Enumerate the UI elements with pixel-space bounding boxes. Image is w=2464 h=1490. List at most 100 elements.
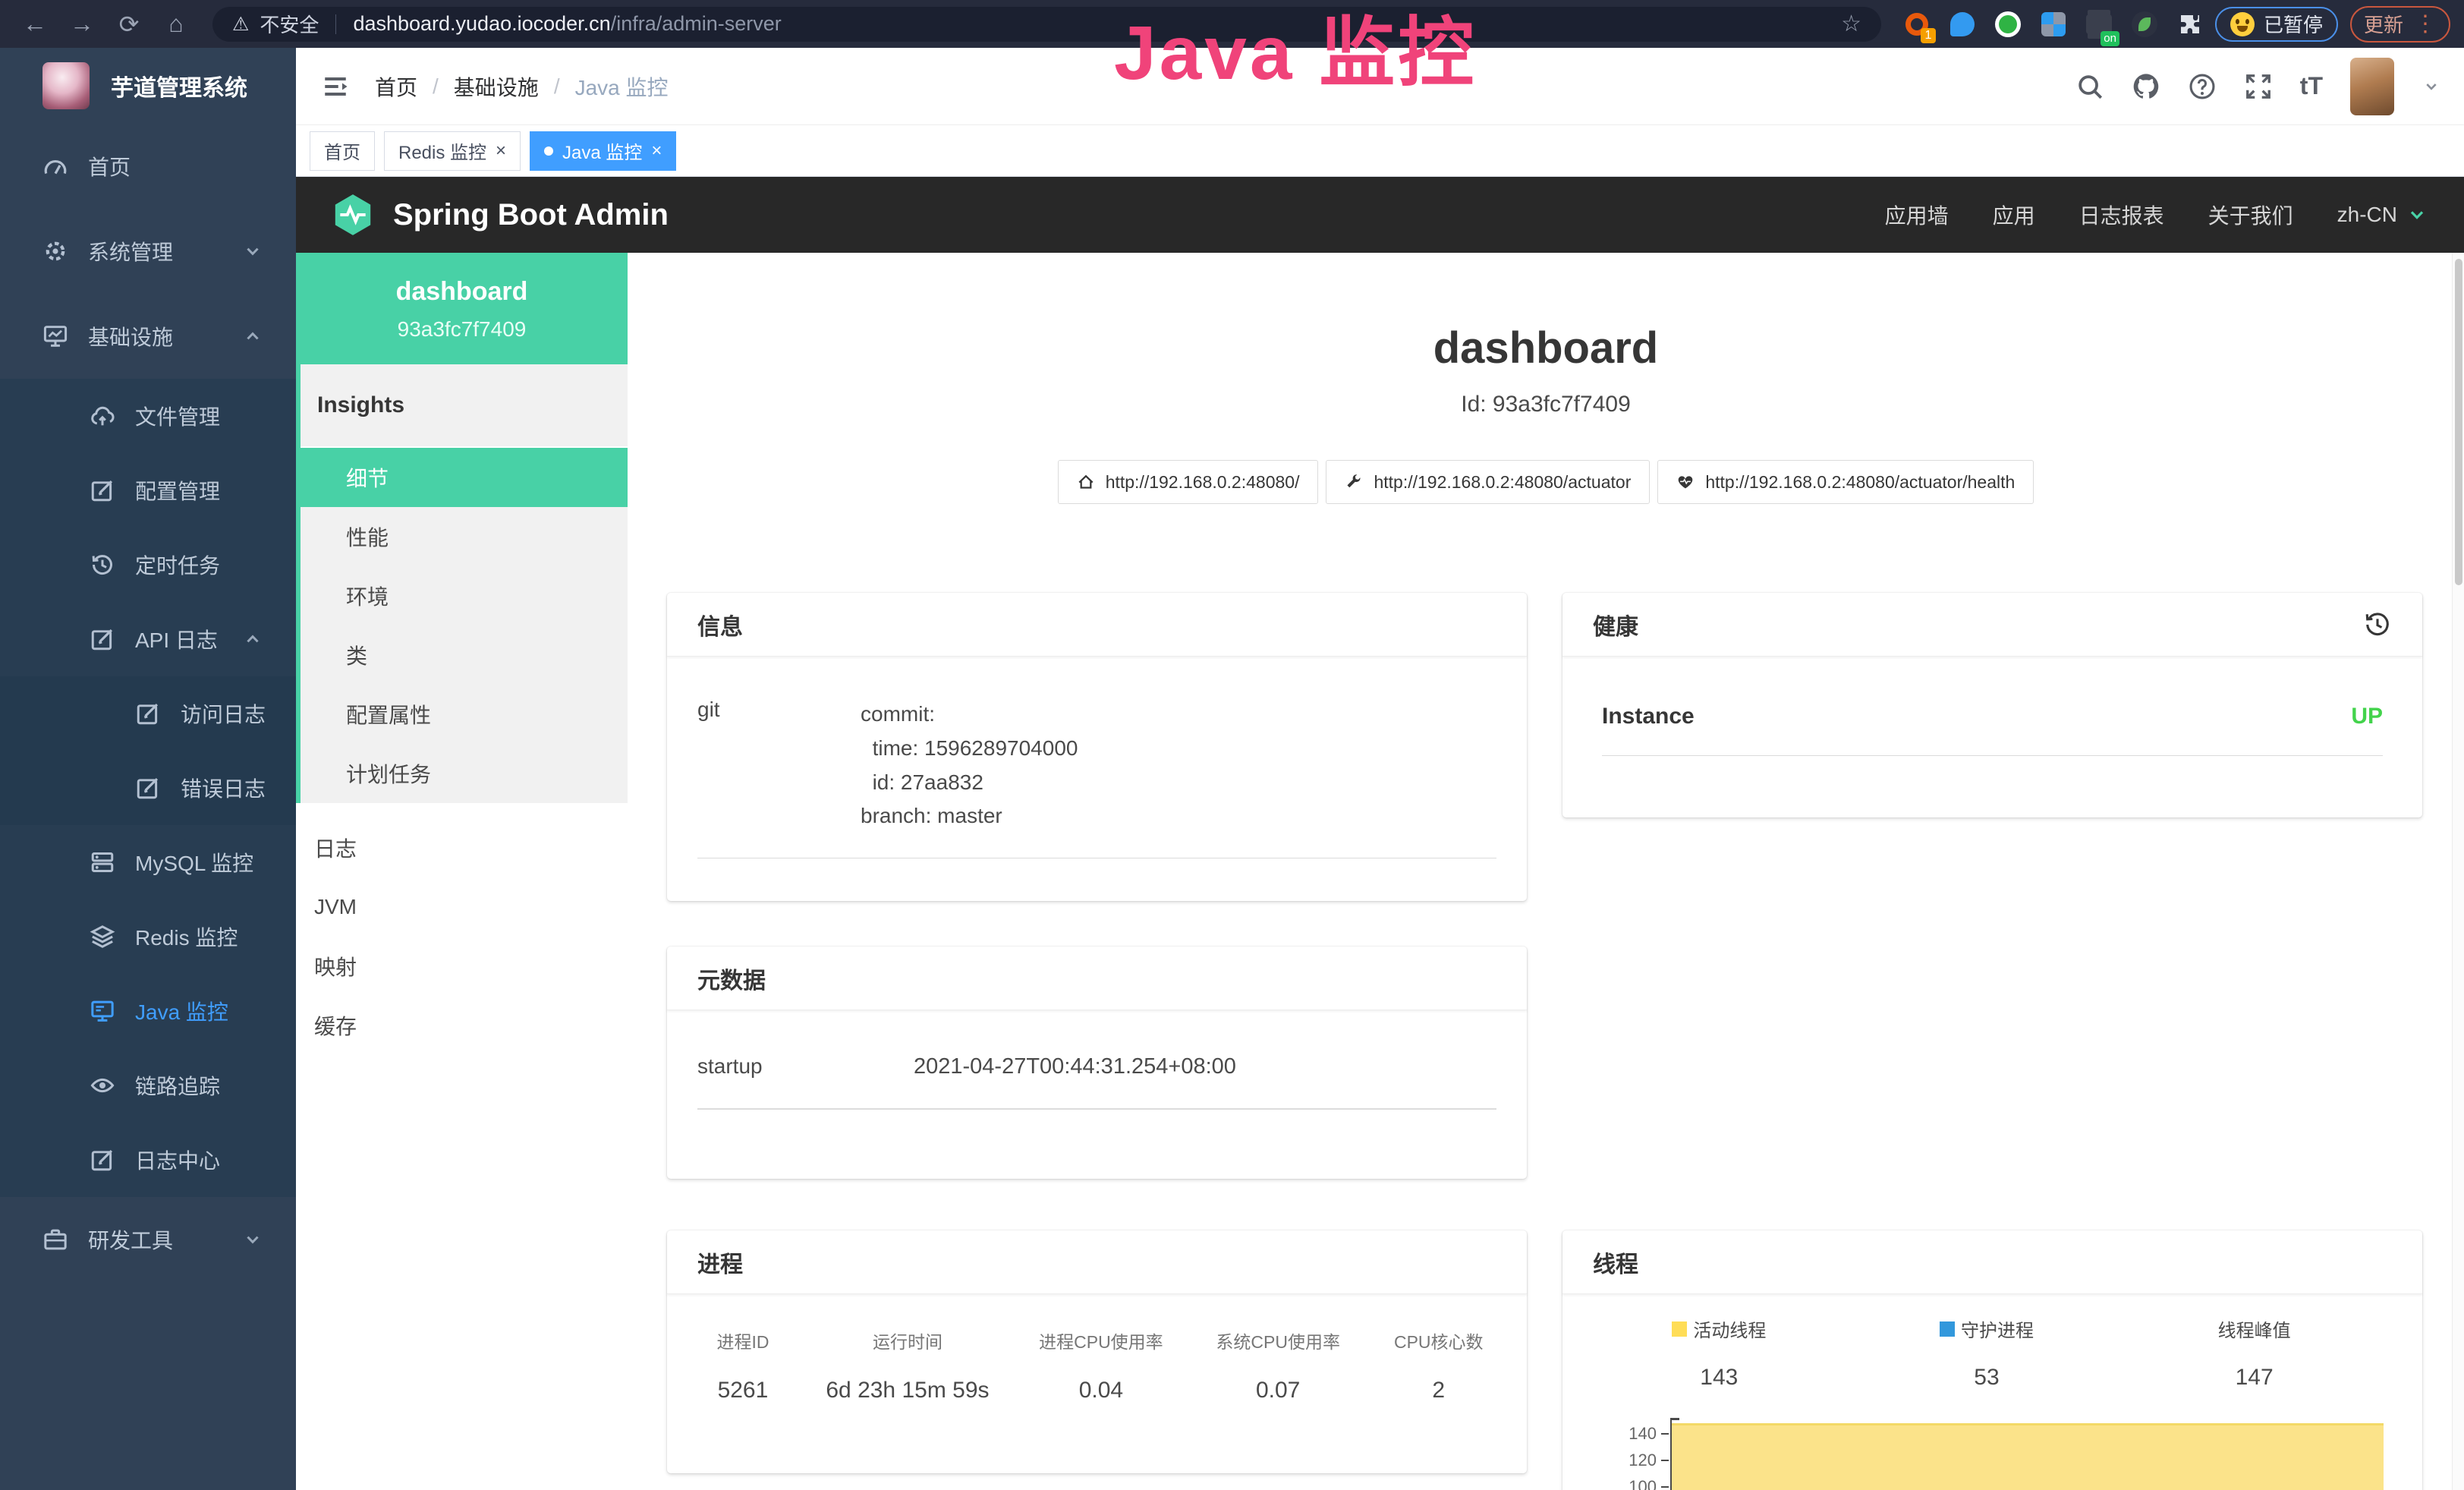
info-row-value: commit: time: 1596289704000 id: 27aa832 … (861, 698, 1078, 833)
metadata-card-body: startup 2021-04-27T00:44:31.254+08:00 (667, 1010, 1527, 1110)
info-card-body: git commit: time: 1596289704000 id: 27aa… (667, 657, 1527, 858)
health-row-instance[interactable]: Instance UP (1602, 704, 2383, 756)
sidebar-item-label: 配置管理 (135, 475, 220, 506)
sba-locale-select[interactable]: zh-CN (2337, 203, 2429, 227)
sba-item-jvm[interactable]: JVM (296, 877, 628, 937)
url-text[interactable]: dashboard.yudao.iocoder.cn/infra/admin-s… (353, 12, 781, 36)
info-card: 信息 git commit: time: 1596289704000 id: 2… (667, 593, 1527, 901)
tab-home[interactable]: 首页 (310, 131, 375, 171)
sba-item-classes[interactable]: 类 (301, 625, 628, 685)
browser-home-icon[interactable]: ⌂ (155, 10, 197, 38)
sba-app-header[interactable]: dashboard 93a3fc7f7409 (296, 253, 628, 364)
extensions-puzzle-icon[interactable] (2176, 10, 2204, 39)
actuator-url-button[interactable]: http://192.168.0.2:48080/actuator (1326, 460, 1650, 504)
github-icon[interactable] (2132, 72, 2160, 101)
sba-nav-journal[interactable]: 日志报表 (2079, 200, 2164, 230)
legend-daemon-threads: 守护进程 (1853, 1315, 2121, 1342)
legend-label: 活动线程 (1693, 1315, 1766, 1342)
sidebar-item-java-monitor[interactable]: Java 监控 (0, 974, 296, 1048)
browser-back-icon[interactable]: ← (14, 10, 56, 38)
live-threads-area-series (1672, 1423, 2384, 1490)
browser-forward-icon[interactable]: → (61, 10, 103, 38)
not-secure-label[interactable]: 不安全 (260, 10, 319, 38)
sba-item-metrics[interactable]: 性能 (301, 507, 628, 566)
help-icon[interactable] (2188, 72, 2217, 101)
live-threads-value: 143 (1585, 1365, 1853, 1391)
sidebar-item-scheduled-tasks[interactable]: 定时任务 (0, 528, 296, 602)
sidebar-item-access-logs[interactable]: 访问日志 (0, 676, 296, 751)
brand-header[interactable]: 芋道管理系统 (0, 48, 296, 124)
fullscreen-icon[interactable] (2244, 72, 2273, 101)
browser-reload-icon[interactable]: ⟳ (108, 10, 150, 39)
sba-item-logs[interactable]: 日志 (296, 818, 628, 877)
url-host: dashboard.yudao.iocoder.cn (353, 12, 610, 35)
peak-threads-value: 147 (2120, 1365, 2388, 1391)
service-url-button[interactable]: http://192.168.0.2:48080/ (1058, 460, 1319, 504)
bookmark-star-icon[interactable]: ☆ (1841, 11, 1861, 37)
url-divider (335, 14, 336, 34)
sba-group-label: Insights (301, 364, 628, 448)
sidebar-item-log-center[interactable]: 日志中心 (0, 1123, 296, 1197)
close-icon[interactable]: × (651, 140, 662, 162)
extension-icon-grid[interactable] (2039, 10, 2068, 39)
hamburger-icon[interactable] (319, 71, 352, 102)
legend-swatch-blue (1940, 1321, 1955, 1337)
sba-item-label: 细节 (346, 462, 389, 493)
sba-item-caches[interactable]: 缓存 (296, 996, 628, 1055)
sba-brand[interactable]: Spring Boot Admin (331, 193, 669, 237)
health-url-button[interactable]: http://192.168.0.2:48080/actuator/health (1657, 460, 2034, 504)
extension-icon-green[interactable] (1994, 10, 2022, 39)
sidebar-item-config-management[interactable]: 配置管理 (0, 453, 296, 528)
sidebar-item-infrastructure[interactable]: 基础设施 (0, 294, 296, 379)
sba-item-details[interactable]: 细节 (296, 448, 628, 507)
sidebar-item-label: MySQL 监控 (135, 847, 253, 877)
sba-item-mappings[interactable]: 映射 (296, 937, 628, 996)
health-card-title: 健康 (1562, 593, 2422, 657)
search-icon[interactable] (2075, 72, 2104, 101)
card-title-text: 元数据 (697, 962, 766, 995)
breadcrumb-infrastructure[interactable]: 基础设施 (454, 71, 539, 102)
extension-icon-pin[interactable] (1948, 10, 1977, 39)
brand-logo-image (42, 62, 90, 109)
cpu-core-count: 2 (1369, 1378, 1509, 1403)
scrollbar-thumb[interactable] (2455, 259, 2462, 585)
sba-item-environment[interactable]: 环境 (301, 566, 628, 625)
instance-title: dashboard (628, 323, 2464, 373)
history-icon (90, 552, 115, 578)
sidebar-item-redis-monitor[interactable]: Redis 监控 (0, 899, 296, 974)
tab-java-monitor[interactable]: Java 监控 × (530, 131, 676, 171)
sidebar-item-tracing[interactable]: 链路追踪 (0, 1048, 296, 1123)
extension-icon-on[interactable]: on (2085, 10, 2113, 39)
tab-redis-monitor[interactable]: Redis 监控 × (384, 131, 521, 171)
sba-nav-wallboard[interactable]: 应用墙 (1885, 200, 1949, 230)
sba-item-label: 环境 (346, 581, 389, 611)
extension-icon-orange[interactable]: 1 (1902, 10, 1931, 39)
sidebar-item-dev-tools[interactable]: 研发工具 (0, 1197, 296, 1282)
breadcrumb-home[interactable]: 首页 (375, 71, 417, 102)
history-refresh-icon[interactable] (2363, 610, 2392, 639)
sba-locale-value: zh-CN (2337, 203, 2397, 227)
scrollbar-track[interactable] (2452, 253, 2464, 1490)
header-actions: tT (2075, 58, 2441, 115)
sba-nav-applications[interactable]: 应用 (1993, 200, 2035, 230)
avatar[interactable] (2350, 58, 2394, 115)
sba-nav-about[interactable]: 关于我们 (2208, 200, 2293, 230)
sidebar-item-system-management[interactable]: 系统管理 (0, 209, 296, 294)
browser-update-button[interactable]: 更新 ⋮ (2350, 6, 2450, 43)
paused-profile-badge[interactable]: 已暂停 (2215, 7, 2338, 42)
font-size-icon[interactable]: tT (2300, 72, 2323, 100)
sidebar-item-home[interactable]: 首页 (0, 124, 296, 209)
close-icon[interactable]: × (496, 140, 506, 162)
sba-item-scheduled-tasks[interactable]: 计划任务 (301, 744, 628, 803)
sidebar-item-error-logs[interactable]: 错误日志 (0, 751, 296, 825)
extension-icon-leaf[interactable] (2130, 10, 2159, 39)
chevron-down-icon (241, 240, 264, 263)
url-bar[interactable]: ⚠ 不安全 dashboard.yudao.iocoder.cn/infra/a… (212, 7, 1881, 42)
sba-item-config-props[interactable]: 配置属性 (301, 685, 628, 744)
sidebar-item-api-logs[interactable]: API 日志 (0, 602, 296, 676)
avatar-caret-down-icon[interactable] (2422, 77, 2441, 96)
sidebar-item-file-management[interactable]: 文件管理 (0, 379, 296, 453)
browser-chrome: ← → ⟳ ⌂ ⚠ 不安全 dashboard.yudao.iocoder.cn… (0, 0, 2464, 48)
browser-menu-dots-icon[interactable]: ⋮ (2414, 11, 2437, 37)
sidebar-item-mysql-monitor[interactable]: MySQL 监控 (0, 825, 296, 899)
